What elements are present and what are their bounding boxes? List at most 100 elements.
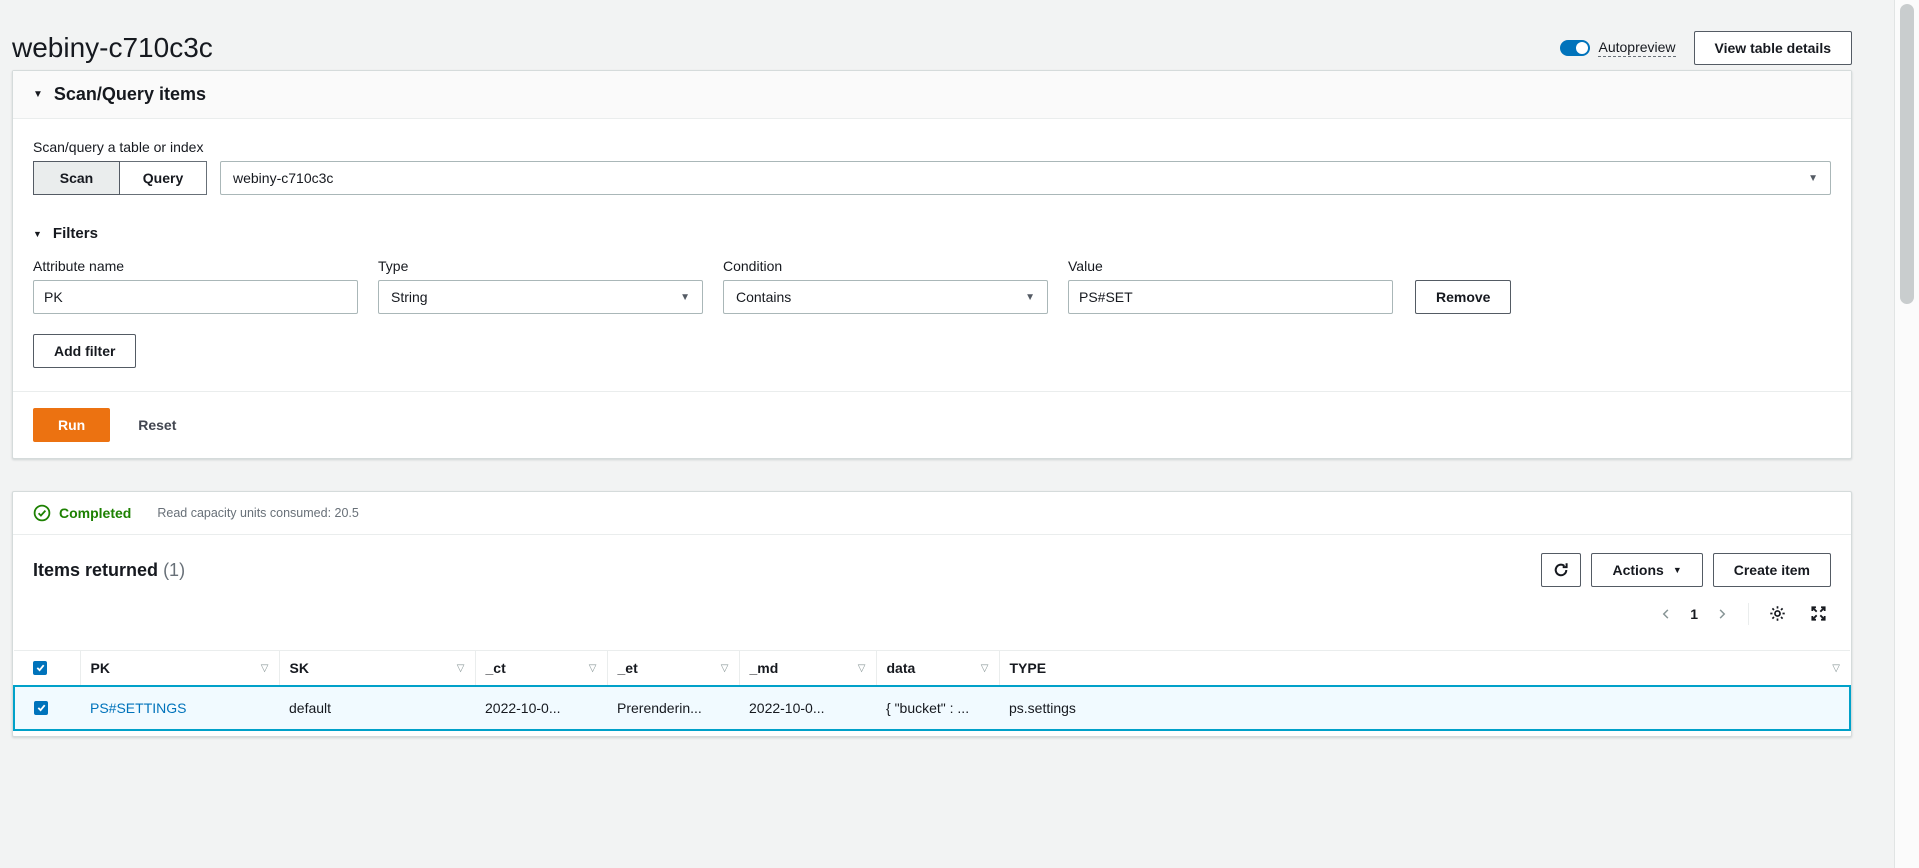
results-panel: Completed Read capacity units consumed: …	[12, 491, 1852, 737]
items-count: (1)	[163, 560, 185, 580]
filters-section-header[interactable]: ▼ Filters	[33, 225, 1831, 242]
table-row[interactable]: PS#SETTINGS default 2022-10-0... Prerend…	[14, 686, 1850, 730]
table-bottom-padding	[13, 731, 1851, 736]
view-table-details-button[interactable]: View table details	[1694, 31, 1852, 65]
condition-field-group: Condition Contains ▼	[723, 258, 1048, 314]
actions-dropdown-button[interactable]: Actions ▼	[1591, 553, 1702, 587]
value-label: Value	[1068, 258, 1393, 274]
collapse-caret-icon: ▼	[33, 89, 43, 100]
scan-query-panel-footer: Run Reset	[13, 391, 1851, 458]
items-returned-label: Items returned	[33, 560, 158, 580]
table-index-select-value: webiny-c710c3c	[233, 170, 333, 186]
actions-label: Actions	[1612, 562, 1663, 578]
chevron-down-icon: ▼	[1808, 173, 1818, 184]
sort-icon[interactable]: ▽	[1832, 663, 1840, 674]
query-tab[interactable]: Query	[120, 161, 207, 195]
sort-icon[interactable]: ▽	[981, 663, 989, 674]
gear-icon	[1769, 605, 1786, 622]
remove-filter-button[interactable]: Remove	[1415, 280, 1511, 314]
vertical-scrollbar[interactable]	[1894, 0, 1919, 868]
filters-caret-icon: ▼	[33, 229, 42, 239]
type-select-value: String	[391, 289, 428, 305]
items-table: PK ▽ SK ▽ _ct▽ _et ▽ _md ▽ data ▽ TYPE ▽	[13, 650, 1851, 731]
filter-value-input[interactable]	[1068, 280, 1393, 314]
sort-icon[interactable]: ▽	[589, 663, 597, 674]
pagination: 1	[13, 587, 1851, 626]
scan-query-panel-header[interactable]: ▼ Scan/Query items	[13, 71, 1851, 119]
checkmark-icon	[36, 702, 47, 713]
type-field-group: Type String ▼	[378, 258, 703, 314]
scan-query-row: Scan Query webiny-c710c3c ▼	[33, 161, 1831, 195]
attribute-name-label: Attribute name	[33, 258, 358, 274]
column-header-sk[interactable]: SK ▽	[279, 651, 475, 687]
attribute-name-input[interactable]	[33, 280, 358, 314]
column-header-data[interactable]: data ▽	[876, 651, 999, 687]
table-header-row: PK ▽ SK ▽ _ct▽ _et ▽ _md ▽ data ▽ TYPE ▽	[14, 651, 1850, 687]
fullscreen-button[interactable]	[1806, 601, 1831, 626]
current-page-number[interactable]: 1	[1682, 606, 1706, 622]
sort-icon[interactable]: ▽	[721, 663, 729, 674]
chevron-right-icon	[1716, 608, 1728, 620]
sort-icon[interactable]: ▽	[261, 663, 269, 674]
autopreview-toggle[interactable]: Autopreview	[1560, 39, 1675, 57]
row-checkbox[interactable]	[34, 701, 48, 715]
refresh-button[interactable]	[1541, 553, 1581, 587]
scan-query-panel: ▼ Scan/Query items Scan/query a table or…	[12, 70, 1852, 459]
column-label: TYPE	[1010, 660, 1047, 676]
create-item-button[interactable]: Create item	[1713, 553, 1831, 587]
column-header-et[interactable]: _et ▽	[607, 651, 739, 687]
column-label: _md	[750, 660, 779, 676]
add-filter-button[interactable]: Add filter	[33, 334, 136, 368]
scan-tab[interactable]: Scan	[33, 161, 120, 195]
condition-select[interactable]: Contains ▼	[723, 280, 1048, 314]
column-label: SK	[290, 660, 309, 676]
expand-icon	[1810, 605, 1827, 622]
previous-page-button[interactable]	[1656, 604, 1676, 624]
item-pk-link[interactable]: PS#SETTINGS	[90, 700, 186, 716]
cell-data: { "bucket" : ...	[876, 686, 999, 730]
chevron-down-icon: ▼	[680, 292, 690, 303]
table-index-select[interactable]: webiny-c710c3c ▼	[220, 161, 1831, 195]
value-field-group: Value	[1068, 258, 1393, 314]
scan-query-mode-label: Scan/query a table or index	[33, 139, 1831, 155]
column-header-pk[interactable]: PK ▽	[80, 651, 279, 687]
scan-query-segmented-control: Scan Query	[33, 161, 207, 195]
cell-type: ps.settings	[999, 686, 1850, 730]
cell-et: Prerenderin...	[607, 686, 739, 730]
toggle-on-icon[interactable]	[1560, 40, 1590, 56]
reset-button[interactable]: Reset	[138, 417, 176, 433]
select-all-header	[14, 651, 80, 687]
read-capacity-text: Read capacity units consumed: 20.5	[157, 506, 359, 520]
items-actions: Actions ▼ Create item	[1541, 553, 1831, 587]
condition-label: Condition	[723, 258, 1048, 274]
filter-row: Attribute name Type String ▼ Condition C…	[33, 258, 1831, 314]
checkmark-icon	[35, 662, 46, 673]
chevron-down-icon: ▼	[1673, 565, 1682, 575]
run-button[interactable]: Run	[33, 408, 110, 442]
scan-query-panel-title: Scan/Query items	[54, 84, 206, 105]
preferences-button[interactable]	[1765, 601, 1790, 626]
toggle-knob	[1576, 42, 1588, 54]
items-returned-header: Items returned (1) Actions ▼ Create item	[13, 535, 1851, 587]
items-returned-title: Items returned (1)	[33, 560, 185, 581]
scan-status-bar: Completed Read capacity units consumed: …	[13, 492, 1851, 535]
page-title: webiny-c710c3c	[12, 32, 213, 64]
sort-icon[interactable]: ▽	[858, 663, 866, 674]
filters-title: Filters	[53, 225, 98, 242]
select-all-checkbox[interactable]	[33, 661, 47, 675]
column-header-type[interactable]: TYPE ▽	[999, 651, 1850, 687]
row-select-cell	[14, 686, 80, 730]
sort-icon[interactable]: ▽	[457, 663, 465, 674]
column-label: _et	[618, 660, 638, 676]
type-label: Type	[378, 258, 703, 274]
column-label: data	[887, 660, 916, 676]
next-page-button[interactable]	[1712, 604, 1732, 624]
column-header-md[interactable]: _md ▽	[739, 651, 876, 687]
refresh-icon	[1553, 562, 1569, 578]
scrollbar-thumb[interactable]	[1900, 4, 1914, 304]
chevron-left-icon	[1660, 608, 1672, 620]
dynamodb-items-page: webiny-c710c3c Autopreview View table de…	[12, 0, 1852, 737]
column-header-ct[interactable]: _ct▽	[475, 651, 607, 687]
type-select[interactable]: String ▼	[378, 280, 703, 314]
column-label: PK	[91, 660, 110, 676]
